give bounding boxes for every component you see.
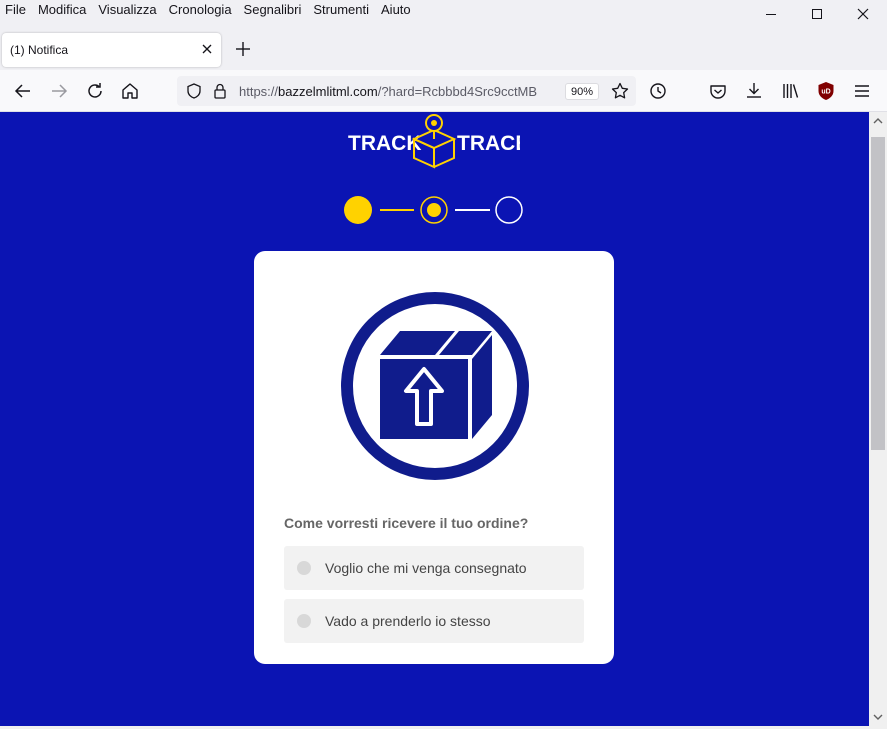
radio-deliver[interactable]: [297, 561, 311, 575]
step-2-dot: [427, 203, 441, 217]
menu-items: File Modifica Visualizza Cronologia Segn…: [5, 2, 423, 18]
reload-icon[interactable]: [84, 80, 106, 102]
step-1-complete: [344, 196, 372, 224]
svg-text:uD: uD: [821, 89, 830, 96]
lock-icon[interactable]: [212, 82, 228, 100]
pocket-icon[interactable]: [707, 80, 729, 102]
tab-title: (1) Notifica: [10, 43, 69, 57]
scroll-up-icon[interactable]: [873, 117, 883, 125]
tab-notifica[interactable]: (1) Notifica: [2, 33, 221, 67]
delivery-question: Come vorresti ricevere il tuo ordine?: [284, 515, 529, 531]
menu-bar: File Modifica Visualizza Cronologia Segn…: [0, 0, 887, 30]
menu-cronologia[interactable]: Cronologia: [169, 2, 232, 18]
menu-visualizza[interactable]: Visualizza: [98, 2, 156, 18]
tab-strip: (1) Notifica: [0, 30, 887, 70]
url-host: bazzelmlitml.com: [278, 84, 378, 99]
address-bar[interactable]: https://bazzelmlitml.com/?hard=Rcbbbd4Sr…: [177, 76, 636, 106]
back-icon[interactable]: [12, 80, 34, 102]
close-icon: [857, 8, 869, 20]
zoom-indicator[interactable]: 90%: [565, 83, 600, 100]
url-scheme: https://: [239, 84, 279, 99]
url-text[interactable]: https://bazzelmlitml.com/?hard=Rcbbbd4Sr…: [239, 84, 561, 99]
radio-pickup[interactable]: [297, 614, 311, 628]
option-deliver-label: Voglio che mi venga consegnato: [325, 560, 527, 576]
new-tab-icon[interactable]: [233, 39, 253, 59]
logo-text-trace: TRACE: [457, 132, 520, 155]
menu-segnalibri[interactable]: Segnalibri: [244, 2, 302, 18]
minimize-icon: [766, 14, 776, 15]
close-window-button[interactable]: [840, 0, 886, 28]
url-path: /?hard=Rcbbbd4Src9cctMB: [377, 84, 538, 99]
maximize-icon: [812, 9, 822, 19]
shield-icon[interactable]: [185, 82, 203, 100]
minimize-button[interactable]: [748, 0, 794, 28]
menu-file[interactable]: File: [5, 2, 26, 18]
tab-close-icon[interactable]: [199, 41, 215, 57]
scroll-thumb[interactable]: [871, 137, 885, 450]
page-viewport: TRACK TRACE Come vorresti ricevere il tu…: [0, 112, 869, 726]
library-icon[interactable]: [779, 80, 801, 102]
page-scrollbar[interactable]: [869, 112, 887, 726]
hamburger-menu-icon[interactable]: [851, 80, 873, 102]
package-upload-icon: [341, 292, 529, 480]
ublock-icon[interactable]: uD: [815, 80, 837, 102]
option-pickup[interactable]: Vado a prenderlo io stesso: [284, 599, 584, 643]
forward-icon[interactable]: [48, 80, 70, 102]
scroll-down-icon[interactable]: [873, 713, 883, 721]
step-3-pending: [495, 196, 523, 224]
menu-modifica[interactable]: Modifica: [38, 2, 86, 18]
menu-aiuto[interactable]: Aiuto: [381, 2, 411, 18]
track-trace-logo: TRACK TRACE: [348, 114, 520, 169]
option-deliver[interactable]: Voglio che mi venga consegnato: [284, 546, 584, 590]
download-icon[interactable]: [743, 80, 765, 102]
maximize-button[interactable]: [794, 0, 840, 28]
delivery-card: Come vorresti ricevere il tuo ordine? Vo…: [254, 251, 614, 664]
home-icon[interactable]: [119, 80, 141, 102]
logo-box-icon: [411, 114, 457, 169]
option-pickup-label: Vado a prenderlo io stesso: [325, 613, 491, 629]
logo-text-track: TRACK: [348, 132, 422, 155]
history-icon[interactable]: [647, 80, 669, 102]
nav-bar: https://bazzelmlitml.com/?hard=Rcbbbd4Sr…: [0, 70, 887, 112]
progress-stepper: [344, 196, 523, 224]
bookmark-star-icon[interactable]: [610, 81, 630, 101]
menu-strumenti[interactable]: Strumenti: [313, 2, 369, 18]
